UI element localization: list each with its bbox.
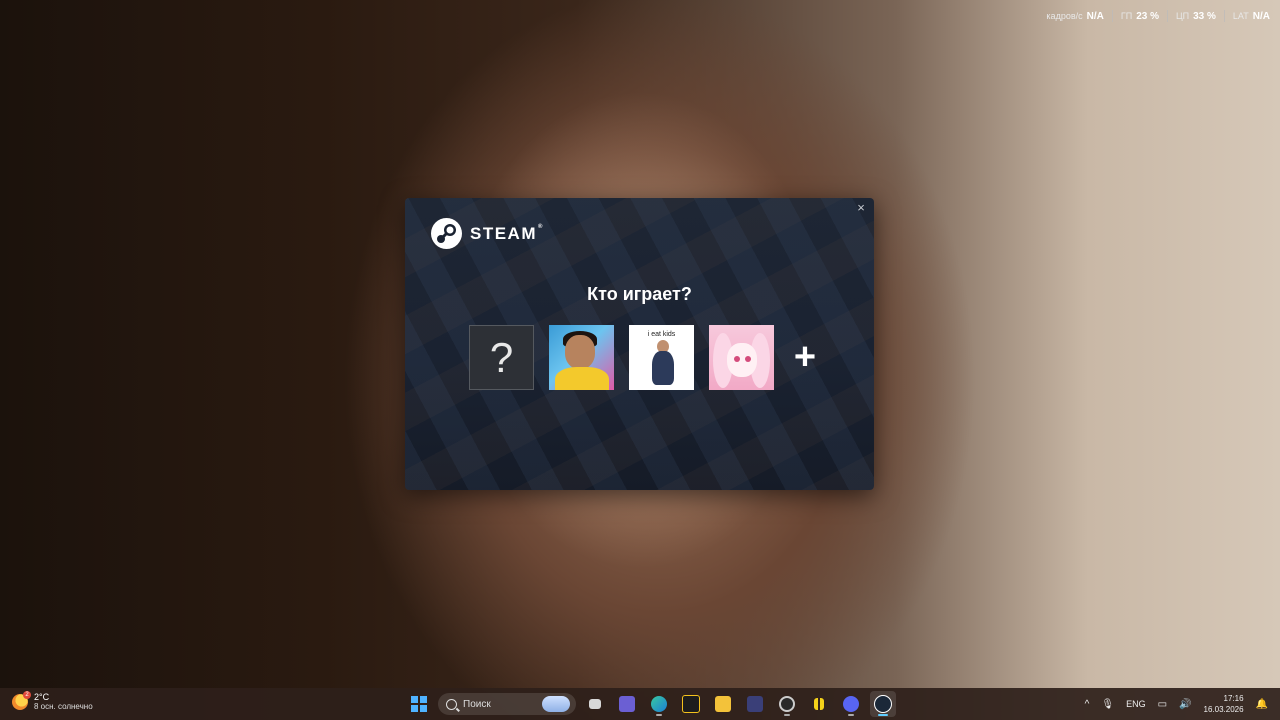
add-account-button[interactable]: + (787, 325, 823, 390)
chevron-up-icon[interactable]: ^ (1085, 699, 1090, 710)
taskbar-apps: Поиск (406, 691, 896, 717)
question-mark-icon: ? (489, 333, 514, 381)
cpu-readout: ЦП 33 % (1175, 10, 1216, 22)
task-view-button[interactable] (582, 691, 608, 717)
weather-desc: 8 осн. солнечно (34, 702, 93, 711)
account-avatar-anime[interactable] (709, 325, 774, 390)
avatar-art (745, 356, 751, 362)
account-list: ? i eat kids + (469, 325, 823, 390)
app-icon (747, 696, 763, 712)
gpu-readout: ГП 23 % (1120, 10, 1159, 22)
avatar-art (555, 367, 609, 390)
app-circle[interactable] (774, 691, 800, 717)
close-button[interactable]: × (854, 201, 868, 215)
steam-icon (431, 218, 462, 249)
weather-widget[interactable]: 2 2°C 8 осн. солнечно (12, 691, 93, 712)
microphone-icon[interactable]: 🎙 (1101, 699, 1114, 710)
steam-account-picker: × STEAM® Кто играет? ? i eat kids + (405, 198, 874, 490)
network-icon[interactable]: ▭ (1158, 699, 1167, 710)
sun-icon: 2 (12, 691, 31, 710)
clock[interactable]: 17:16 16.03.2026 (1204, 693, 1244, 715)
discord-icon (843, 696, 859, 712)
dialog-title: Кто играет? (587, 284, 692, 304)
circle-app-icon (779, 696, 795, 712)
divider (1111, 10, 1113, 22)
discord-app[interactable] (838, 691, 864, 717)
avatar-art (727, 343, 757, 377)
search-placeholder: Поиск (463, 698, 491, 710)
language-indicator[interactable]: ENG (1126, 699, 1146, 709)
edge-icon (651, 696, 667, 712)
bars-icon (814, 698, 824, 710)
account-avatar-i-eat-kids[interactable]: i eat kids (629, 325, 694, 390)
speaker-icon[interactable]: 🔊 (1179, 699, 1191, 710)
teams-app[interactable] (614, 691, 640, 717)
taskbar: 2 2°C 8 осн. солнечно Поиск ^ 🎙 ENG ▭ 🔊 (0, 688, 1280, 720)
search-icon (446, 698, 457, 710)
file-explorer-app[interactable] (710, 691, 736, 717)
weather-temp: 2°C (34, 692, 50, 702)
steam-logo: STEAM® (431, 218, 544, 249)
performance-overlay: кадров/с N/A ГП 23 % ЦП 33 % LAT N/A (1046, 10, 1270, 22)
divider (1166, 10, 1168, 22)
avatar-art (734, 356, 740, 362)
star-app-icon (682, 695, 700, 713)
system-tray: ^ 🎙 ENG ▭ 🔊 17:16 16.03.2026 🔔 (1085, 688, 1268, 720)
search-box[interactable]: Поиск (438, 693, 576, 715)
latency-readout: LAT N/A (1232, 10, 1270, 22)
avatar-caption: i eat kids (647, 331, 676, 338)
avatar-art (565, 335, 595, 369)
start-button[interactable] (406, 691, 432, 717)
clock-date: 16.03.2026 (1203, 705, 1244, 714)
search-highlight-icon (542, 696, 570, 712)
account-unknown[interactable]: ? (469, 325, 534, 390)
folder-icon (715, 696, 731, 712)
account-avatar-man[interactable] (549, 325, 614, 390)
steam-wordmark: STEAM (470, 223, 537, 243)
app-yellow-bars[interactable] (806, 691, 832, 717)
task-view-icon (589, 699, 601, 709)
notifications-icon[interactable]: 🔔 (1256, 699, 1268, 710)
trademark: ® (538, 223, 544, 230)
notification-badge: 2 (23, 691, 31, 699)
steam-app[interactable] (870, 691, 896, 717)
edge-app[interactable] (646, 691, 672, 717)
windows-icon (411, 696, 427, 712)
app-yellow-star[interactable] (678, 691, 704, 717)
avatar-art (652, 351, 674, 385)
teams-icon (619, 696, 635, 712)
app-purple-badge[interactable] (742, 691, 768, 717)
fps-readout: кадров/с N/A (1046, 10, 1104, 22)
clock-time: 17:16 (1223, 694, 1244, 703)
divider (1223, 10, 1225, 22)
steam-icon (874, 695, 892, 713)
